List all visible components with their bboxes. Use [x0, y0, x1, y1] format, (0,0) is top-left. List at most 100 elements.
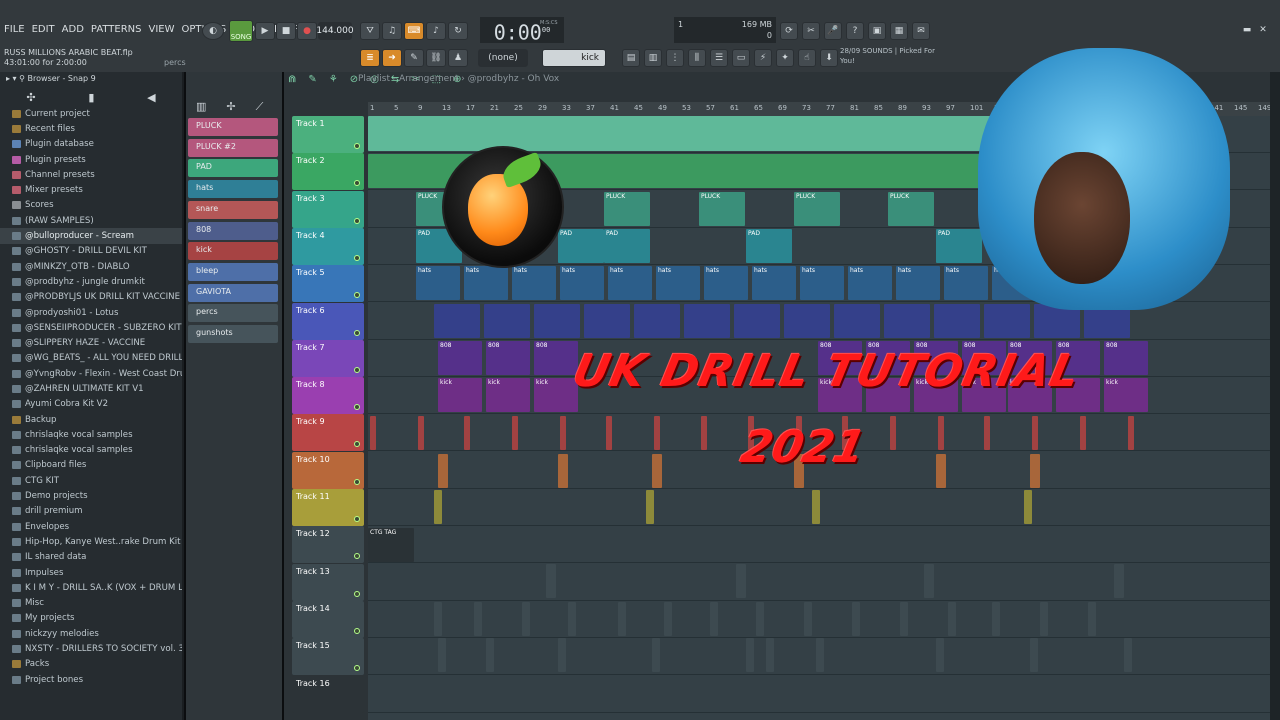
playlist-clip[interactable]	[936, 454, 946, 488]
loop-record-icon[interactable]: ↻	[448, 22, 468, 40]
track-enable-icon[interactable]	[354, 665, 360, 672]
playlist-clip[interactable]	[1128, 416, 1134, 450]
expand-icon[interactable]: ✣	[26, 91, 35, 104]
playlist-clip[interactable]	[438, 638, 446, 672]
playlist-clip[interactable]	[948, 602, 956, 636]
playlist-clip[interactable]	[418, 416, 424, 450]
playlist-clip[interactable]: PLUCK	[794, 192, 840, 226]
playlist-clip[interactable]	[434, 304, 480, 338]
metronome-icon[interactable]: ◐	[202, 22, 224, 40]
browser-item[interactable]: CTG KIT	[0, 473, 182, 488]
draw-icon[interactable]: ✎	[308, 74, 316, 85]
browser-item[interactable]: @ZAHREN ULTIMATE KIT V1	[0, 381, 182, 396]
playlist-clip[interactable]	[474, 602, 482, 636]
browser-item[interactable]: @prodbyhz - jungle drumkit	[0, 274, 182, 289]
track-enable-icon[interactable]	[354, 627, 360, 634]
playlist-clip[interactable]	[736, 564, 746, 598]
browser-item[interactable]: Recent files	[0, 121, 182, 136]
playlist-clip[interactable]	[890, 416, 896, 450]
channel-button[interactable]: PLUCK	[188, 118, 278, 136]
song-mode-toggle[interactable]: SONG	[229, 20, 253, 42]
track-header[interactable]: Track 16	[292, 675, 364, 713]
playlist-clip[interactable]	[1030, 454, 1040, 488]
channel-button[interactable]: PLUCK #2	[188, 138, 278, 157]
playlist-clip[interactable]	[434, 490, 442, 524]
playlist-clip[interactable]: hats	[560, 266, 604, 300]
step-seq-icon[interactable]: ⋮	[666, 49, 684, 67]
channel-rack-icon[interactable]: ▥	[644, 49, 662, 67]
vertical-scrollbar[interactable]	[1270, 72, 1280, 720]
playlist-clip[interactable]	[784, 304, 830, 338]
track-enable-icon[interactable]	[354, 404, 360, 411]
wave-icon[interactable]: ⟋	[256, 100, 264, 114]
browser-item[interactable]: chrislaqke vocal samples	[0, 427, 182, 442]
playlist-clip[interactable]	[924, 564, 934, 598]
playlist-clip[interactable]	[984, 416, 990, 450]
playlist-clip[interactable]	[746, 638, 754, 672]
track-enable-icon[interactable]	[354, 180, 360, 187]
playlist-clip[interactable]	[701, 416, 707, 450]
touch-icon[interactable]: ☝	[798, 49, 816, 67]
piano-roll-icon[interactable]: ▤	[622, 49, 640, 67]
playlist-clip[interactable]: hats	[848, 266, 892, 300]
playlist-clip[interactable]: hats	[896, 266, 940, 300]
pattern-select[interactable]: (none)	[478, 49, 528, 67]
browser-item[interactable]: IL shared data	[0, 550, 182, 565]
browser-item[interactable]: Ayumi Cobra Kit V2	[0, 397, 182, 412]
tools-icon[interactable]: ✦	[776, 49, 794, 67]
channel-button[interactable]: bleep	[188, 262, 278, 281]
track-header[interactable]: Track 10	[292, 451, 364, 489]
playlist-clip[interactable]	[484, 304, 530, 338]
track-header[interactable]: Track 9	[292, 414, 364, 452]
playlist-clip[interactable]: 808	[534, 341, 578, 375]
playlist-clip[interactable]	[438, 454, 448, 488]
track-enable-icon[interactable]	[354, 292, 360, 299]
browser-item[interactable]: @YvngRobv - Flexin - West Coast Drum Kit	[0, 366, 182, 381]
playlist-clip[interactable]: PLUCK	[888, 192, 934, 226]
browser-item[interactable]: NXSTY - DRILLERS TO SOCIETY vol. 3	[0, 641, 182, 656]
minimize-icon[interactable]: ▬	[1240, 24, 1254, 36]
playlist-clip[interactable]	[938, 416, 944, 450]
channel-button[interactable]: GAVIOTA	[188, 283, 278, 302]
cut-icon[interactable]: ✂	[802, 22, 820, 40]
browser-item[interactable]: drill premium	[0, 504, 182, 519]
playlist-clip[interactable]: 808	[1104, 341, 1148, 375]
menu-item[interactable]: EDIT	[32, 24, 55, 35]
link-icon[interactable]: ⛓	[426, 49, 446, 67]
browser-item[interactable]: Channel presets	[0, 167, 182, 182]
playlist-clip[interactable]	[804, 602, 812, 636]
playlist-clip[interactable]	[652, 638, 660, 672]
playlist-clip[interactable]: hats	[416, 266, 460, 300]
channel-button[interactable]: percs	[188, 304, 278, 323]
plus-icon[interactable]: ✢	[226, 100, 235, 114]
browser-item[interactable]: My projects	[0, 611, 182, 626]
document-icon[interactable]: ▮	[88, 91, 94, 104]
track-header[interactable]: Track 1	[292, 116, 364, 153]
browser-item[interactable]: Envelopes	[0, 519, 182, 534]
playlist-clip[interactable]	[618, 602, 626, 636]
playlist-clip[interactable]	[568, 602, 576, 636]
playlist-clip[interactable]	[560, 416, 566, 450]
playlist-clip[interactable]	[756, 602, 764, 636]
playlist-clip[interactable]	[486, 638, 494, 672]
playlist-clip[interactable]	[634, 304, 680, 338]
browser-item[interactable]: Plugin presets	[0, 152, 182, 167]
browser-item[interactable]: @WG_BEATS_ - ALL YOU NEED DRILL KIT	[0, 351, 182, 366]
browser-item[interactable]: @prodyoshi01 - Lotus	[0, 305, 182, 320]
playlist-clip[interactable]	[936, 638, 944, 672]
playlist-clip[interactable]	[710, 602, 718, 636]
track-header[interactable]: Track 3	[292, 190, 364, 228]
playlist-clip[interactable]	[512, 416, 518, 450]
track-header[interactable]: Track 6	[292, 302, 364, 340]
track-header[interactable]: Track 15	[292, 638, 364, 676]
track-header[interactable]: Track 2	[292, 153, 364, 191]
browser-item[interactable]: K I M Y - DRILL SA..K (VOX + DRUM LOOP)	[0, 580, 182, 595]
stop-icon[interactable]: ■	[276, 22, 296, 40]
play-icon[interactable]: ▶	[255, 22, 275, 40]
track-lane[interactable]	[368, 564, 1270, 601]
channel-button[interactable]: kick	[188, 242, 278, 261]
stamp-icon[interactable]: ♟	[448, 49, 468, 67]
browser-item[interactable]: @MINKZY_OTB - DIABLO	[0, 259, 182, 274]
playlist-clip[interactable]	[1088, 602, 1096, 636]
channel-button[interactable]: PAD	[188, 159, 278, 178]
